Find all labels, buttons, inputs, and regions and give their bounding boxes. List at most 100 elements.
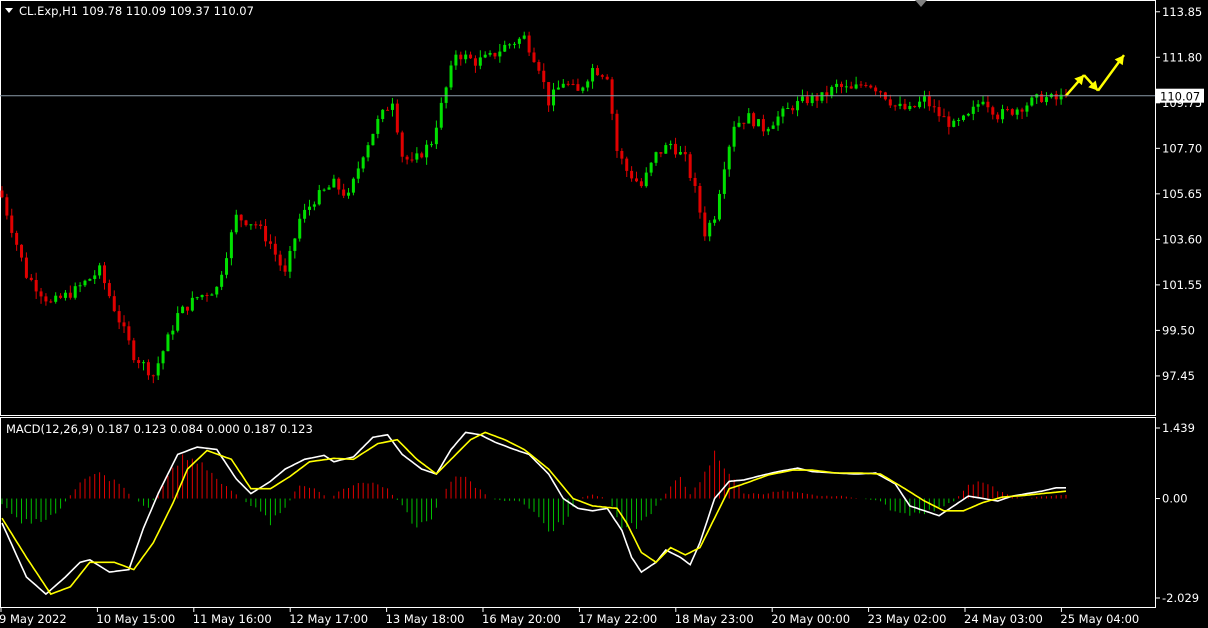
candle-body	[591, 68, 595, 82]
candle-body	[303, 209, 307, 219]
candle-body	[415, 153, 419, 160]
candle-body	[1020, 109, 1024, 112]
candle-body	[849, 86, 853, 89]
candle-body	[254, 224, 258, 226]
candle-body	[386, 109, 390, 111]
candle-body	[278, 254, 282, 266]
candle-body	[639, 181, 643, 187]
candle-body	[542, 70, 546, 83]
candle-body	[820, 92, 824, 101]
candle-body	[786, 107, 790, 109]
candle-body	[537, 62, 541, 71]
candle-body	[342, 189, 346, 196]
candle-body	[10, 215, 14, 233]
candle-body	[112, 296, 116, 312]
candle-body	[815, 95, 819, 101]
time-tick-label: 20 May 00:00	[771, 612, 850, 626]
candle-body	[766, 128, 770, 132]
candle-body	[776, 116, 780, 126]
trading-chart[interactable]: 113.85111.80109.75107.70105.65103.60101.…	[0, 0, 1208, 628]
candle-body	[0, 190, 4, 198]
candle-body	[146, 362, 150, 376]
candle-body	[678, 152, 682, 155]
candle-body	[913, 106, 917, 108]
candle-body	[1001, 109, 1005, 120]
candle-body	[810, 95, 814, 104]
candle-body	[93, 275, 97, 279]
time-tick-label: 12 May 17:00	[289, 612, 368, 626]
candle-body	[283, 265, 287, 272]
candle-body	[425, 144, 429, 158]
candle-body	[659, 152, 663, 154]
candle-body	[366, 145, 370, 158]
candle-body	[781, 108, 785, 117]
candle-body	[273, 243, 277, 255]
candle-body	[434, 127, 438, 145]
candle-body	[410, 159, 414, 161]
candle-body	[122, 322, 126, 327]
candle-body	[361, 157, 365, 169]
candle-body	[298, 218, 302, 239]
candle-body	[195, 297, 199, 299]
macd-tick-label: 1.439	[1162, 421, 1195, 435]
candle-body	[732, 126, 736, 147]
chart-background	[0, 0, 1208, 628]
candle-body	[88, 278, 92, 281]
candle-body	[137, 360, 141, 363]
candle-body	[439, 102, 443, 128]
candle-body	[864, 85, 868, 87]
candle-body	[337, 178, 341, 190]
candle-body	[796, 101, 800, 111]
candle-body	[893, 105, 897, 107]
candle-body	[24, 257, 28, 278]
price-tag: 110.07	[1156, 88, 1204, 104]
candle-body	[488, 52, 492, 55]
candle-body	[376, 118, 380, 134]
candle-body	[708, 222, 712, 237]
candle-body	[581, 87, 585, 91]
candle-body	[761, 119, 765, 132]
candle-body	[571, 83, 575, 85]
candle-body	[249, 224, 253, 226]
candle-body	[752, 113, 756, 127]
candle-body	[1030, 97, 1034, 106]
time-tick-label: 9 May 2022	[0, 612, 67, 626]
candle-body	[420, 153, 424, 158]
candle-body	[205, 294, 209, 296]
candle-body	[5, 197, 9, 216]
candle-body	[517, 38, 521, 44]
price-tick-label: 113.85	[1162, 5, 1202, 19]
candle-body	[532, 52, 536, 63]
candle-body	[586, 81, 590, 88]
candle-body	[73, 286, 77, 298]
candle-body	[161, 351, 165, 364]
candle-body	[698, 186, 702, 213]
candle-body	[493, 52, 497, 57]
time-tick-label: 23 May 02:00	[868, 612, 947, 626]
candle-body	[503, 44, 507, 52]
candle-body	[54, 295, 58, 302]
candle-body	[210, 294, 214, 296]
candle-body	[215, 286, 219, 295]
price-tick-label: 111.80	[1162, 50, 1202, 64]
candle-body	[1010, 109, 1014, 115]
candle-body	[395, 103, 399, 133]
time-tick-label: 16 May 20:00	[482, 612, 561, 626]
candle-body	[327, 187, 331, 190]
candle-body	[78, 285, 82, 287]
candle-body	[771, 125, 775, 129]
candle-body	[620, 150, 624, 159]
candle-body	[805, 96, 809, 104]
price-tag-text: 110.07	[1160, 90, 1200, 104]
candle-body	[742, 122, 746, 124]
candle-body	[63, 292, 67, 298]
candle-body	[1044, 97, 1048, 103]
candle-body	[171, 330, 175, 335]
time-tick-label: 10 May 15:00	[96, 612, 175, 626]
candle-body	[825, 92, 829, 96]
candle-body	[971, 106, 975, 114]
candle-body	[312, 204, 316, 207]
price-tick-label: 103.60	[1162, 232, 1202, 246]
price-tick-label: 105.65	[1162, 187, 1202, 201]
candle-body	[937, 107, 941, 117]
